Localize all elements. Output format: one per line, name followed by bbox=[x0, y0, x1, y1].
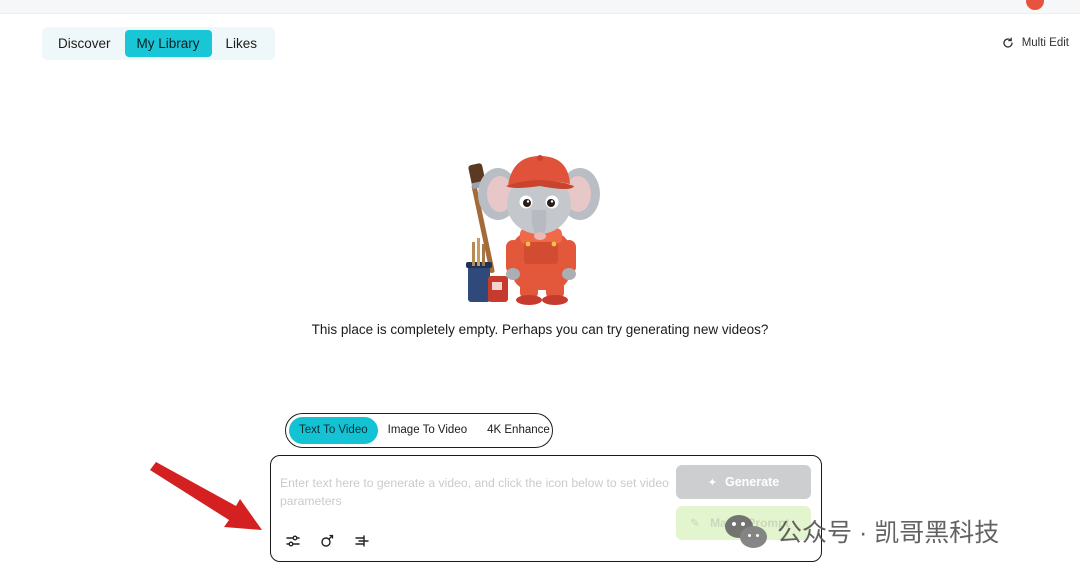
tab-likes[interactable]: Likes bbox=[214, 30, 270, 57]
empty-state-message: This place is completely empty. Perhaps … bbox=[311, 322, 769, 337]
prompt-input[interactable] bbox=[280, 474, 672, 520]
refresh-icon bbox=[1003, 37, 1013, 48]
library-tabs: Discover My Library Likes bbox=[42, 27, 276, 60]
generate-button[interactable]: ✦ Generate bbox=[676, 465, 811, 499]
wechat-icon bbox=[725, 513, 769, 549]
mode-switcher: Text To Video Image To Video 4K Enhance bbox=[285, 413, 553, 448]
generate-label: Generate bbox=[725, 475, 780, 489]
mode-4k-enhance[interactable]: 4K Enhance bbox=[477, 417, 560, 444]
camera-motion-icon[interactable] bbox=[318, 532, 336, 550]
wechat-watermark: 公众号 · 凯哥黑科技 bbox=[725, 513, 999, 549]
multi-edit-label: Multi Edit bbox=[1021, 37, 1069, 49]
sparkle-icon: ✦ bbox=[707, 476, 717, 489]
multi-edit-button[interactable]: Multi Edit bbox=[1002, 37, 1069, 49]
mode-image-to-video[interactable]: Image To Video bbox=[378, 417, 478, 444]
annotation-arrow-icon bbox=[150, 462, 262, 530]
tab-discover[interactable]: Discover bbox=[46, 30, 123, 57]
mode-text-to-video[interactable]: Text To Video bbox=[289, 417, 378, 444]
magic-wand-icon: ✎ bbox=[690, 516, 701, 530]
elephant-mascot-illustration bbox=[466, 155, 600, 305]
tab-my-library[interactable]: My Library bbox=[124, 30, 212, 57]
filter-icon[interactable] bbox=[353, 532, 371, 550]
watermark-text: 公众号 · 凯哥黑科技 bbox=[777, 519, 1000, 547]
top-header-strip bbox=[0, 0, 1080, 14]
sliders-icon[interactable] bbox=[284, 532, 302, 550]
